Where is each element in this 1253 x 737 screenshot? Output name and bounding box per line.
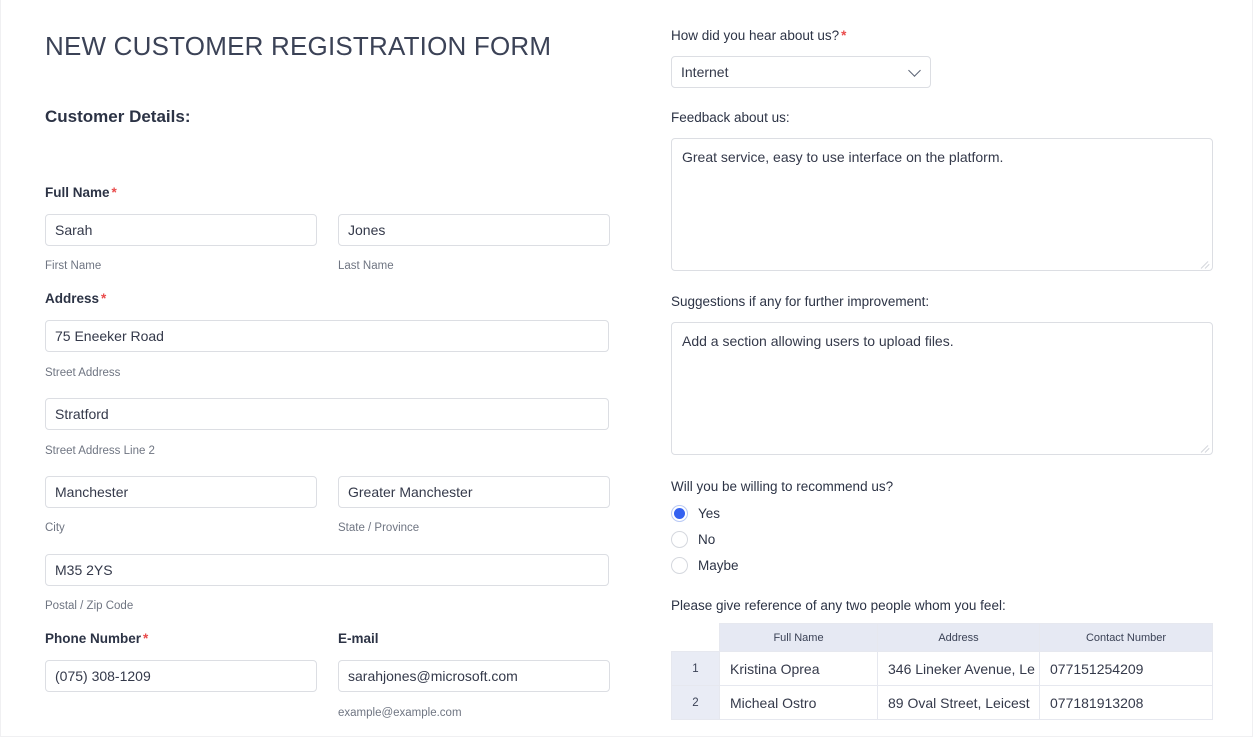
- table-row: 2 Micheal Ostro 89 Oval Street, Leicest …: [671, 685, 1213, 720]
- reference-name-cell[interactable]: Micheal Ostro: [719, 685, 878, 720]
- radio-yes-label: Yes: [698, 506, 721, 521]
- table-corner-cell: [671, 623, 720, 652]
- street-address-line2-input[interactable]: [45, 398, 609, 430]
- email-label: E-mail: [338, 631, 379, 646]
- suggestions-textarea[interactable]: Add a section allowing users to upload f…: [671, 322, 1213, 455]
- last-name-sublabel: Last Name: [338, 260, 394, 272]
- radio-option-yes[interactable]: Yes: [671, 505, 720, 522]
- table-header-row: Full Name Address Contact Number: [671, 623, 1213, 652]
- hear-about-us-label-text: How did you hear about us?: [671, 28, 840, 43]
- state-province-input[interactable]: [338, 476, 610, 508]
- reference-address-cell[interactable]: 89 Oval Street, Leicest: [877, 685, 1040, 720]
- required-asterisk: *: [841, 28, 847, 43]
- hear-about-us-label: How did you hear about us? *: [671, 28, 846, 43]
- table-row: 1 Kristina Oprea 346 Lineker Avenue, Le …: [671, 651, 1213, 686]
- feedback-textarea[interactable]: Great service, easy to use interface on …: [671, 138, 1213, 271]
- column-header-full-name: Full Name: [719, 623, 878, 652]
- suggestions-label: Suggestions if any for further improveme…: [671, 294, 930, 309]
- email-input[interactable]: [338, 660, 610, 692]
- feedback-label: Feedback about us:: [671, 110, 790, 125]
- first-name-sublabel: First Name: [45, 260, 102, 272]
- radio-yes-icon[interactable]: [671, 505, 688, 522]
- address-label: Address *: [45, 291, 106, 306]
- left-column: NEW CUSTOMER REGISTRATION FORM Customer …: [45, 0, 625, 127]
- city-input[interactable]: [45, 476, 317, 508]
- phone-number-input[interactable]: [45, 660, 317, 692]
- hear-about-us-selected-value: Internet: [681, 64, 729, 80]
- hear-about-us-select[interactable]: Internet: [671, 56, 931, 88]
- required-asterisk: *: [143, 631, 149, 646]
- radio-no-icon[interactable]: [671, 531, 688, 548]
- row-number: 1: [671, 651, 720, 686]
- last-name-input[interactable]: [338, 214, 610, 246]
- reference-phone-cell[interactable]: 077181913208: [1039, 685, 1213, 720]
- street-address-line2-sublabel: Street Address Line 2: [45, 445, 155, 457]
- reference-phone-cell[interactable]: 077151254209: [1039, 651, 1213, 686]
- reference-address-cell[interactable]: 346 Lineker Avenue, Le: [877, 651, 1040, 686]
- references-label: Please give reference of any two people …: [671, 598, 1006, 613]
- email-sublabel: example@example.com: [338, 707, 462, 719]
- radio-option-no[interactable]: No: [671, 531, 715, 548]
- hear-about-us-select-wrap: Internet: [671, 56, 931, 88]
- form-page: NEW CUSTOMER REGISTRATION FORM Customer …: [0, 0, 1253, 737]
- street-address-sublabel: Street Address: [45, 367, 121, 379]
- references-table-body: 1 Kristina Oprea 346 Lineker Avenue, Le …: [671, 651, 1213, 720]
- reference-name-cell[interactable]: Kristina Oprea: [719, 651, 878, 686]
- chevron-down-icon: [908, 64, 921, 77]
- required-asterisk: *: [111, 185, 117, 200]
- page-title: NEW CUSTOMER REGISTRATION FORM: [45, 31, 552, 61]
- radio-no-label: No: [698, 532, 716, 547]
- radio-maybe-label: Maybe: [698, 558, 739, 573]
- required-asterisk: *: [101, 291, 107, 306]
- address-label-text: Address: [45, 291, 100, 306]
- full-name-label-text: Full Name: [45, 185, 110, 200]
- postal-zip-input[interactable]: [45, 554, 609, 586]
- street-address-input[interactable]: [45, 320, 609, 352]
- postal-zip-sublabel: Postal / Zip Code: [45, 600, 134, 612]
- radio-maybe-icon[interactable]: [671, 557, 688, 574]
- column-header-contact-number: Contact Number: [1039, 623, 1213, 652]
- phone-number-label-text: Phone Number: [45, 631, 142, 646]
- radio-option-maybe[interactable]: Maybe: [671, 557, 739, 574]
- recommend-label: Will you be willing to recommend us?: [671, 479, 894, 494]
- row-number: 2: [671, 685, 720, 720]
- references-table-head: Full Name Address Contact Number: [671, 623, 1213, 652]
- section-heading-customer-details: Customer Details:: [45, 107, 191, 127]
- city-sublabel: City: [45, 522, 65, 534]
- full-name-label: Full Name *: [45, 185, 117, 200]
- phone-number-label: Phone Number *: [45, 631, 148, 646]
- column-header-address: Address: [877, 623, 1040, 652]
- email-label-text: E-mail: [338, 631, 379, 646]
- first-name-input[interactable]: [45, 214, 317, 246]
- state-province-sublabel: State / Province: [338, 522, 420, 534]
- references-table: Full Name Address Contact Number 1 Krist…: [671, 623, 1213, 720]
